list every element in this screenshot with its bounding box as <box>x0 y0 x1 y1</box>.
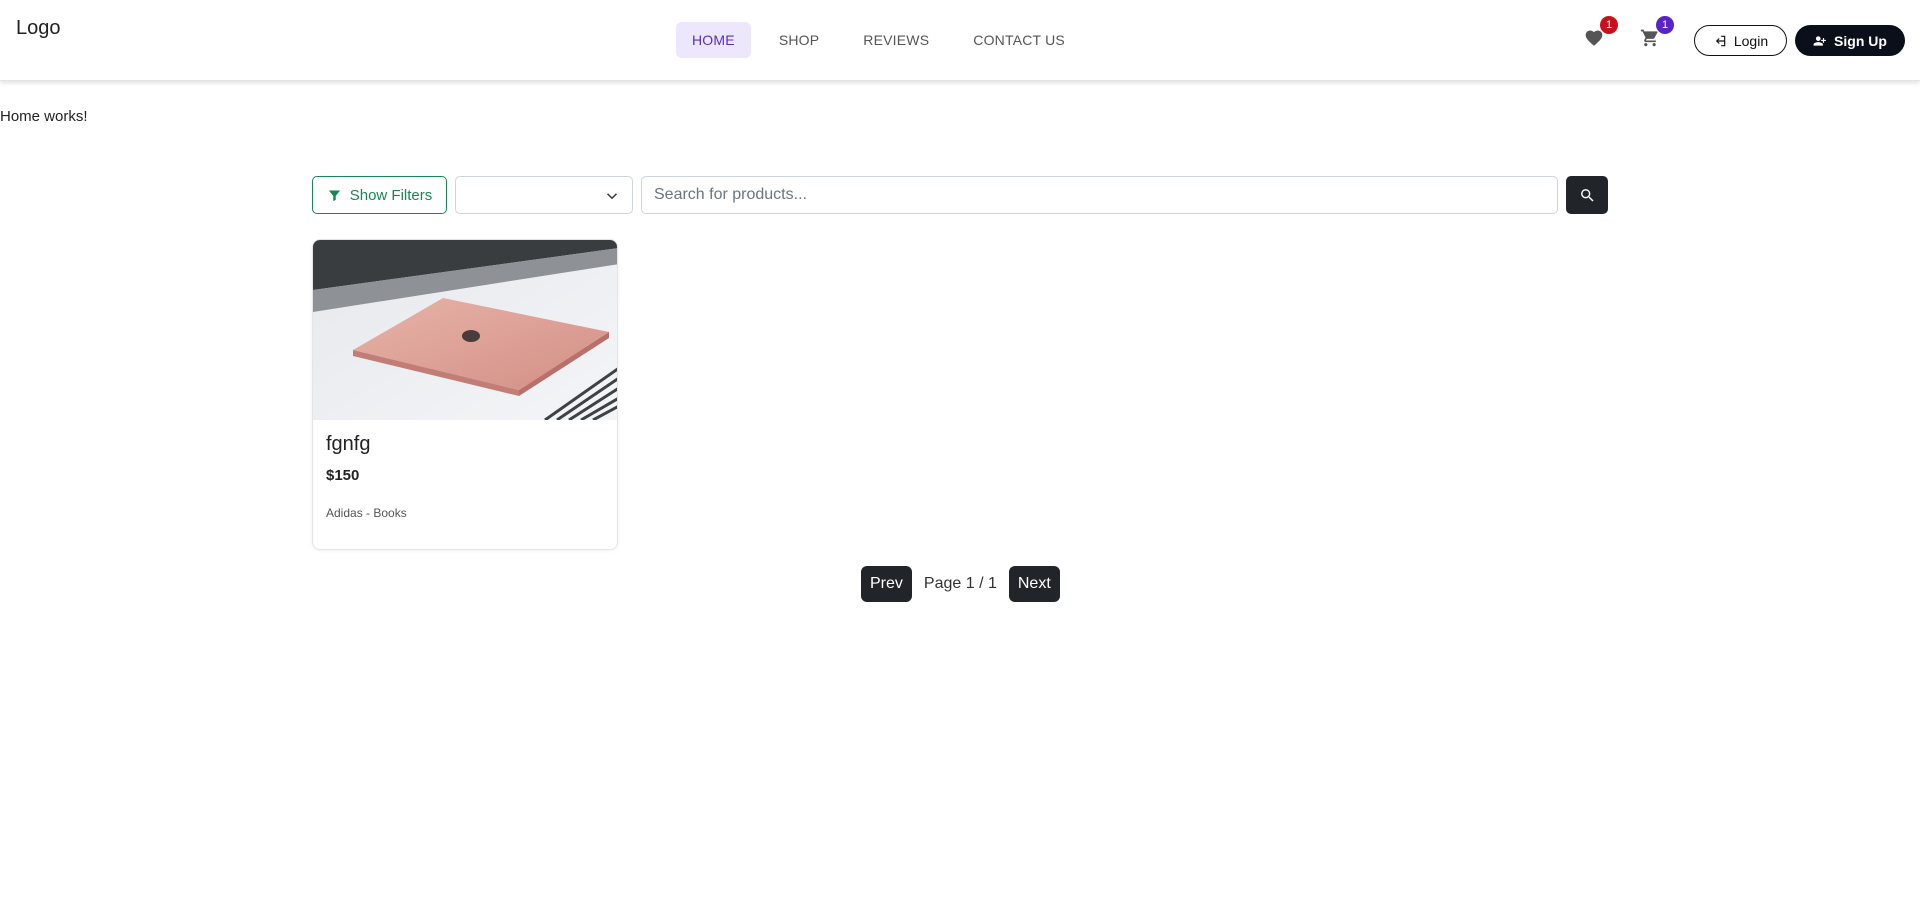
page-indicator: Page 1 / 1 <box>923 575 997 592</box>
show-filters-label: Show Filters <box>349 186 433 204</box>
home-status-text: Home works! <box>0 108 88 125</box>
sign-in-icon <box>1715 35 1726 46</box>
show-filters-button[interactable]: Show Filters <box>312 176 447 214</box>
wishlist-count-badge: 1 <box>1600 16 1618 34</box>
signup-button[interactable]: Sign Up <box>1795 25 1905 56</box>
wishlist-button[interactable]: 1 <box>1584 16 1618 52</box>
search-icon <box>1580 188 1594 202</box>
nav-home[interactable]: HOME <box>676 22 751 58</box>
chevron-down-icon <box>606 193 618 200</box>
heart-icon <box>1585 30 1603 46</box>
nav-reviews[interactable]: REVIEWS <box>847 22 945 58</box>
nav-shop[interactable]: SHOP <box>763 22 835 58</box>
product-image <box>313 240 617 420</box>
cart-count-badge: 1 <box>1656 16 1674 34</box>
logo-alt-text: Logo <box>16 17 61 39</box>
login-button[interactable]: Login <box>1694 25 1787 56</box>
signup-label: Sign Up <box>1834 32 1887 49</box>
cart-button[interactable]: 1 <box>1640 16 1674 52</box>
search-input[interactable] <box>641 176 1558 214</box>
cart-icon <box>1640 29 1658 47</box>
next-page-button[interactable]: Next <box>1008 566 1060 602</box>
product-card[interactable]: fgnfg $150 Adidas - Books <box>312 239 618 550</box>
product-title: fgnfg <box>326 433 371 455</box>
prev-page-button[interactable]: Prev <box>861 566 912 602</box>
nav-contact-us[interactable]: CONTACT US <box>957 22 1081 58</box>
user-plus-icon <box>1813 35 1826 46</box>
sort-select[interactable] <box>455 176 633 214</box>
main-nav: HOME SHOP REVIEWS CONTACT US <box>676 22 1081 58</box>
search-button[interactable] <box>1566 176 1608 214</box>
filter-icon <box>328 190 340 201</box>
product-brand-category: Adidas - Books <box>326 506 407 520</box>
logo[interactable]: Logo <box>14 17 61 40</box>
pagination: Prev Page 1 / 1 Next <box>861 566 1060 602</box>
product-price: $150 <box>326 467 360 484</box>
navbar: Logo HOME SHOP REVIEWS CONTACT US 1 1 Lo… <box>0 0 1920 81</box>
login-label: Login <box>1733 32 1769 49</box>
